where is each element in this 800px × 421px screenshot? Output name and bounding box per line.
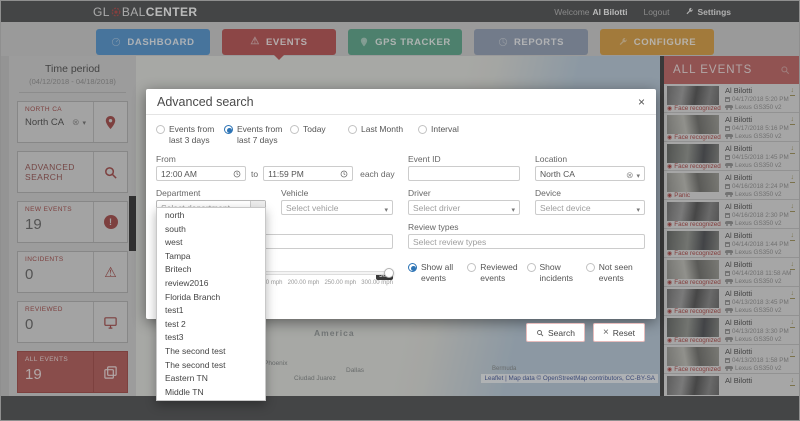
chevron-down-icon — [633, 165, 640, 183]
slider-tick-label: 300.00 mph — [361, 280, 393, 286]
driver-select[interactable] — [408, 200, 520, 215]
radio-last-month[interactable]: Last Month — [348, 124, 418, 146]
dropdown-option[interactable]: Eastern TN — [157, 372, 265, 386]
radio-icon-selected — [224, 125, 233, 134]
from-label: From — [156, 154, 393, 164]
review-types-input[interactable] — [408, 234, 645, 249]
vehicle-select[interactable] — [281, 200, 393, 215]
location-label: Location — [535, 154, 645, 164]
to-time-input[interactable] — [263, 166, 353, 181]
clock-icon — [233, 170, 241, 178]
event-id-label: Event ID — [408, 154, 520, 164]
clear-icon[interactable] — [626, 165, 634, 183]
dropdown-option[interactable]: Britech — [157, 263, 265, 277]
period-radio-group: Events from last 3 days Events from last… — [156, 124, 646, 146]
radio-icon — [467, 263, 476, 272]
dropdown-option[interactable]: Tampa — [157, 250, 265, 264]
chevron-down-icon — [633, 199, 640, 217]
dropdown-option[interactable]: west — [157, 236, 265, 250]
slider-tick-label: 250.00 mph — [324, 280, 356, 286]
dropdown-option[interactable]: The second test — [157, 345, 265, 359]
radio-show-all-events[interactable]: Show all events — [408, 262, 467, 284]
show-radio-group: Show all events Reviewed events Show inc… — [408, 256, 645, 284]
dropdown-option[interactable]: review2016 — [157, 277, 265, 291]
radio-show-incidents[interactable]: Show incidents — [527, 262, 586, 284]
radio-icon-selected — [408, 263, 417, 272]
department-dropdown: north south west Tampa Britech review201… — [156, 207, 266, 401]
app-window: GL BAL CENTER WelcomeAl Bilotti Logout S… — [0, 0, 800, 421]
radio-today[interactable]: Today — [290, 124, 348, 146]
to-label: to — [251, 169, 258, 179]
dropdown-option[interactable]: test1 — [157, 304, 265, 318]
each-day-label: each day — [360, 169, 395, 179]
radio-icon — [156, 125, 165, 134]
dropdown-option[interactable]: Florida Branch — [157, 291, 265, 305]
dropdown-option[interactable]: The second test — [157, 359, 265, 373]
vehicle-label: Vehicle — [281, 188, 393, 198]
radio-icon — [418, 125, 427, 134]
from-time-input[interactable] — [156, 166, 246, 181]
dropdown-option[interactable]: test 2 — [157, 318, 265, 332]
chevron-down-icon — [508, 199, 515, 217]
driver-label: Driver — [408, 188, 520, 198]
location-select[interactable] — [535, 166, 645, 181]
radio-reviewed-events[interactable]: Reviewed events — [467, 262, 526, 284]
review-types-label: Review types — [408, 222, 645, 232]
modal-title: Advanced search — [157, 95, 254, 109]
radio-icon — [290, 125, 299, 134]
event-id-input[interactable] — [408, 166, 520, 181]
department-label: Department — [156, 188, 266, 198]
radio-icon — [527, 263, 536, 272]
device-label: Device — [535, 188, 645, 198]
chevron-down-icon — [381, 199, 388, 217]
clock-icon — [340, 170, 348, 178]
radio-interval[interactable]: Interval — [418, 124, 478, 146]
close-icon[interactable]: × — [638, 96, 645, 108]
search-icon — [536, 329, 544, 337]
radio-not-seen-events[interactable]: Not seen events — [586, 262, 645, 284]
radio-events-last-3-days[interactable]: Events from last 3 days — [156, 124, 224, 146]
close-icon — [603, 327, 609, 338]
radio-icon — [586, 263, 595, 272]
dropdown-option[interactable]: test3 — [157, 331, 265, 345]
search-button[interactable]: Search — [526, 323, 585, 342]
dropdown-option[interactable]: north — [157, 209, 265, 223]
dropdown-option[interactable]: south — [157, 223, 265, 237]
device-select[interactable] — [535, 200, 645, 215]
radio-events-last-7-days[interactable]: Events from last 7 days — [224, 124, 290, 146]
reset-button[interactable]: Reset — [593, 323, 645, 342]
slider-tick-label: 200.00 mph — [288, 280, 320, 286]
dropdown-option[interactable]: Middle TN — [157, 386, 265, 400]
radio-icon — [348, 125, 357, 134]
